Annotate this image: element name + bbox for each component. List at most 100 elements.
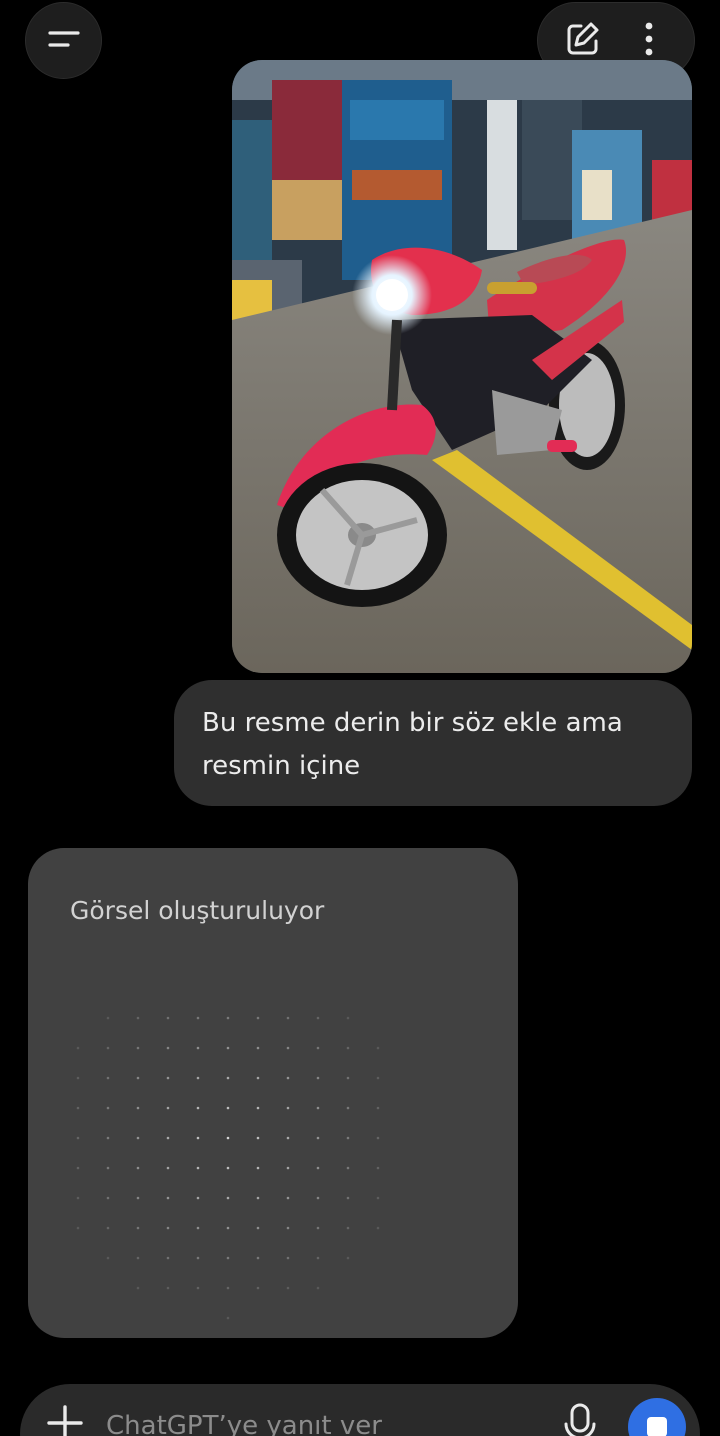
progress-dot [316,1016,320,1020]
progress-dot [256,1166,260,1170]
progress-dot [166,1106,170,1110]
progress-dot [166,1076,170,1080]
progress-dot [226,1136,230,1140]
progress-dot [256,1106,260,1110]
progress-dot [106,1256,110,1260]
progress-dot [226,1256,230,1260]
progress-dot [196,1136,200,1140]
progress-dot [196,1166,200,1170]
progress-dot [256,1256,260,1260]
progress-dot [286,1256,290,1260]
progress-dot [76,1196,80,1200]
progress-dot [136,1166,140,1170]
progress-dot [136,1016,140,1020]
progress-dot [76,1076,80,1080]
progress-dot [316,1226,320,1230]
progress-dot [316,1046,320,1050]
composer [20,1384,700,1436]
user-uploaded-image[interactable] [232,60,692,673]
progress-dot [166,1166,170,1170]
progress-dot [166,1016,170,1020]
progress-dot [346,1256,350,1260]
progress-dot [346,1046,350,1050]
progress-dot [226,1106,230,1110]
progress-dot [196,1076,200,1080]
message-input[interactable] [106,1406,526,1436]
menu-button[interactable] [25,2,102,79]
progress-dot [106,1016,110,1020]
mic-icon [560,1403,600,1436]
voice-input-button[interactable] [560,1402,600,1436]
progress-dot [286,1166,290,1170]
progress-dot [346,1016,350,1020]
progress-dot [196,1196,200,1200]
progress-dot [196,1016,200,1020]
progress-dot [346,1106,350,1110]
progress-dot [316,1166,320,1170]
user-message-bubble: Bu resme derin bir söz ekle ama resmin i… [174,680,692,806]
user-message-text: Bu resme derin bir söz ekle ama resmin i… [202,708,623,781]
progress-dot [106,1136,110,1140]
progress-dot [286,1226,290,1230]
attach-button[interactable] [44,1402,86,1436]
progress-dot [256,1016,260,1020]
progress-dot [76,1226,80,1230]
progress-dot [226,1226,230,1230]
progress-dot [136,1136,140,1140]
progress-dot [376,1106,380,1110]
progress-dot [196,1046,200,1050]
progress-dot [346,1166,350,1170]
progress-dot [136,1196,140,1200]
progress-dot [106,1226,110,1230]
progress-dot [316,1256,320,1260]
progress-dot [226,1076,230,1080]
progress-dot [196,1286,200,1290]
progress-dot [226,1046,230,1050]
progress-dot [136,1226,140,1230]
progress-dot [286,1016,290,1020]
more-options-button[interactable] [624,16,674,66]
progress-dot [316,1136,320,1140]
menu-icon [47,25,81,57]
progress-dot [376,1076,380,1080]
progress-dot [106,1076,110,1080]
progress-dot [346,1136,350,1140]
progress-dot [346,1226,350,1230]
progress-dot [106,1166,110,1170]
progress-dot [226,1166,230,1170]
new-chat-button[interactable] [558,16,608,66]
progress-dot [256,1286,260,1290]
progress-dot [196,1256,200,1260]
progress-dot [136,1256,140,1260]
progress-dot [346,1076,350,1080]
progress-dot [316,1286,320,1290]
progress-dot [166,1226,170,1230]
progress-dot [76,1106,80,1110]
progress-dot [316,1076,320,1080]
progress-dot [286,1046,290,1050]
progress-dot [76,1166,80,1170]
progress-dot [286,1106,290,1110]
progress-dot [376,1136,380,1140]
plus-icon [44,1405,86,1436]
progress-dot [286,1286,290,1290]
progress-dot [136,1046,140,1050]
progress-dot [286,1196,290,1200]
stop-icon [647,1417,667,1436]
progress-dot [226,1016,230,1020]
progress-dot [136,1286,140,1290]
progress-dot [226,1196,230,1200]
image-generation-card: Görsel oluşturuluyor [28,848,518,1338]
progress-dot [286,1076,290,1080]
progress-dot [376,1046,380,1050]
progress-dot [256,1076,260,1080]
progress-dot [286,1136,290,1140]
stop-generating-button[interactable] [628,1398,686,1436]
progress-dot [166,1256,170,1260]
progress-dot [376,1166,380,1170]
progress-dot [376,1226,380,1230]
progress-dot [166,1136,170,1140]
progress-dot [166,1196,170,1200]
progress-dot [256,1046,260,1050]
more-vertical-icon [644,22,654,60]
